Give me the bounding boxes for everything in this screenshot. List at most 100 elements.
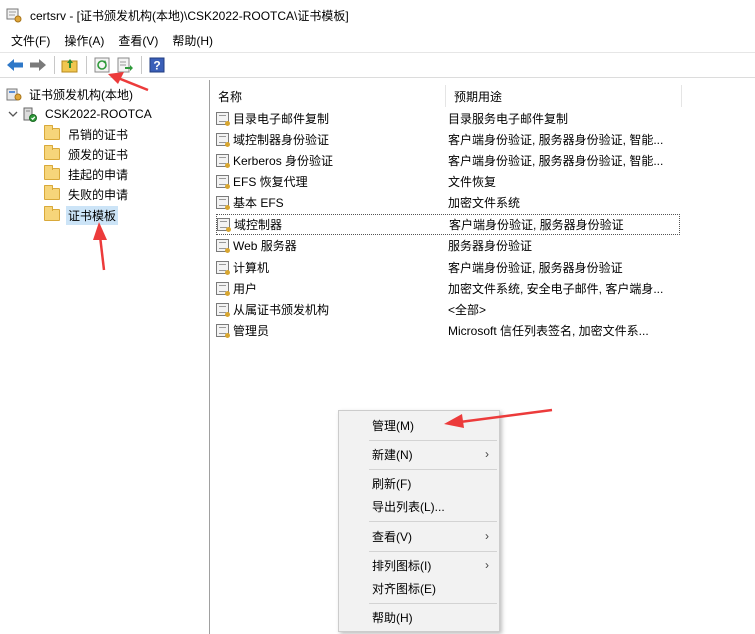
list-item[interactable]: 基本 EFS 加密文件系统 bbox=[216, 192, 680, 213]
list-item[interactable]: Kerberos 身份验证 客户端身份验证, 服务器身份验证, 智能... bbox=[216, 150, 680, 171]
template-purpose: 文件恢复 bbox=[448, 175, 497, 189]
template-purpose: 目录服务电子邮件复制 bbox=[448, 112, 569, 126]
template-purpose: 客户端身份验证, 服务器身份验证 bbox=[449, 218, 624, 232]
tree-item-label: 挂起的申请 bbox=[68, 167, 129, 182]
certsrv-app-icon bbox=[6, 7, 22, 23]
svg-text:?: ? bbox=[153, 59, 160, 73]
forward-button[interactable] bbox=[27, 54, 49, 76]
menu-separator bbox=[369, 551, 497, 552]
column-header-intended-purpose[interactable]: 预期用途 bbox=[448, 85, 682, 107]
list-item[interactable]: 从属证书颁发机构 <全部> bbox=[216, 299, 680, 320]
template-purpose: 服务器身份验证 bbox=[448, 239, 533, 253]
tree-item-label: 失败的申请 bbox=[68, 187, 129, 202]
template-purpose: <全部> bbox=[448, 303, 487, 317]
chevron-down-icon[interactable] bbox=[8, 109, 18, 119]
menu-item-label: 新建(N) bbox=[372, 447, 413, 462]
tree-item-failed-requests[interactable]: 失败的申请 bbox=[44, 184, 130, 204]
tree-item-ca-local[interactable]: 证书颁发机构(本地) bbox=[6, 84, 135, 104]
up-one-level-button[interactable] bbox=[59, 54, 81, 76]
tree-item-label: 颁发的证书 bbox=[68, 147, 129, 162]
ca-server-icon bbox=[23, 107, 37, 122]
refresh-button[interactable] bbox=[91, 54, 113, 76]
tree-item-label: CSK2022-ROOTCA bbox=[45, 107, 152, 121]
tree-item-certificate-templates[interactable]: 证书模板 bbox=[44, 205, 119, 225]
menu-file[interactable]: 文件(F) bbox=[4, 32, 57, 49]
list-item[interactable]: 管理员 Microsoft 信任列表签名, 加密文件系... bbox=[216, 320, 680, 341]
template-name: Web 服务器 bbox=[233, 239, 297, 253]
window-title: certsrv - [证书颁发机构(本地)\CSK2022-ROOTCA\证书模… bbox=[30, 8, 349, 23]
list-item[interactable]: Web 服务器 服务器身份验证 bbox=[216, 235, 680, 256]
menu-item-refresh[interactable]: 刷新(F) bbox=[339, 472, 499, 494]
menu-item-label: 查看(V) bbox=[372, 529, 412, 544]
menu-item-help[interactable]: 帮助(H) bbox=[339, 606, 499, 628]
list-item[interactable]: 目录电子邮件复制 目录服务电子邮件复制 bbox=[216, 108, 680, 129]
certificate-template-icon bbox=[216, 112, 230, 126]
menu-item-manage[interactable]: 管理(M) bbox=[339, 414, 499, 436]
menu-action[interactable]: 操作(A) bbox=[57, 32, 111, 49]
menu-item-new[interactable]: 新建(N) › bbox=[339, 443, 499, 465]
list-item[interactable]: 计算机 客户端身份验证, 服务器身份验证 bbox=[216, 257, 680, 278]
menu-item-label: 刷新(F) bbox=[372, 476, 412, 491]
template-purpose: 加密文件系统, 安全电子邮件, 客户端身... bbox=[448, 282, 664, 296]
certificate-template-icon bbox=[216, 239, 230, 253]
column-header-name[interactable]: 名称 bbox=[212, 85, 446, 107]
template-name: 从属证书颁发机构 bbox=[233, 303, 330, 317]
list-item[interactable]: 域控制器身份验证 客户端身份验证, 服务器身份验证, 智能... bbox=[216, 129, 680, 150]
certificate-template-icon bbox=[216, 154, 230, 168]
tree-item-label: 吊销的证书 bbox=[68, 127, 129, 142]
help-icon: ? bbox=[149, 57, 165, 73]
template-purpose: 客户端身份验证, 服务器身份验证 bbox=[448, 261, 623, 275]
toolbar-separator bbox=[141, 56, 142, 74]
folder-icon bbox=[44, 145, 60, 160]
menu-item-align-icons[interactable]: 对齐图标(E) bbox=[339, 577, 499, 599]
menu-item-view[interactable]: 查看(V) › bbox=[339, 525, 499, 547]
export-list-button[interactable] bbox=[114, 54, 136, 76]
folder-icon bbox=[44, 165, 60, 180]
certification-authority-icon bbox=[6, 88, 22, 101]
up-folder-icon bbox=[61, 59, 78, 73]
chevron-right-icon: › bbox=[485, 558, 489, 572]
tree-item-issued-certificates[interactable]: 颁发的证书 bbox=[44, 144, 130, 164]
menu-item-label: 帮助(H) bbox=[372, 610, 413, 625]
folder-icon bbox=[44, 185, 60, 200]
export-list-icon bbox=[117, 57, 133, 73]
template-name: 管理员 bbox=[233, 324, 270, 338]
template-name: 域控制器 bbox=[234, 218, 283, 232]
template-name: EFS 恢复代理 bbox=[233, 175, 308, 189]
template-purpose: 加密文件系统 bbox=[448, 196, 521, 210]
menu-item-export-list[interactable]: 导出列表(L)... bbox=[339, 495, 499, 517]
certificate-template-icon bbox=[216, 261, 230, 275]
template-purpose: 客户端身份验证, 服务器身份验证, 智能... bbox=[448, 154, 664, 168]
tree-item-pending-requests[interactable]: 挂起的申请 bbox=[44, 164, 130, 184]
context-menu: 管理(M) 新建(N) › 刷新(F) 导出列表(L)... 查看(V) › 排列图… bbox=[338, 410, 500, 632]
menu-help[interactable]: 帮助(H) bbox=[165, 32, 220, 49]
menu-item-label: 对齐图标(E) bbox=[372, 581, 436, 596]
certificate-template-icon bbox=[217, 218, 231, 232]
menu-item-label: 导出列表(L)... bbox=[372, 499, 445, 514]
list-item[interactable]: 用户 加密文件系统, 安全电子邮件, 客户端身... bbox=[216, 278, 680, 299]
menu-view[interactable]: 查看(V) bbox=[111, 32, 165, 49]
folder-icon bbox=[44, 125, 60, 140]
template-name: 用户 bbox=[233, 282, 258, 296]
certificate-template-icon bbox=[216, 282, 230, 296]
help-button[interactable]: ? bbox=[146, 54, 168, 76]
menu-bar: 文件(F) 操作(A) 查看(V) 帮助(H) bbox=[0, 30, 755, 50]
tree-item-csk2022-rootca[interactable]: CSK2022-ROOTCA bbox=[8, 104, 154, 124]
menu-item-label: 排列图标(I) bbox=[372, 558, 432, 573]
chevron-right-icon: › bbox=[485, 529, 489, 543]
back-arrow-icon bbox=[7, 59, 23, 71]
list-item-focused[interactable]: 域控制器 客户端身份验证, 服务器身份验证 bbox=[216, 214, 680, 235]
certificate-template-icon bbox=[216, 324, 230, 338]
list-item[interactable]: EFS 恢复代理 文件恢复 bbox=[216, 171, 680, 192]
tree-item-revoked-certificates[interactable]: 吊销的证书 bbox=[44, 124, 130, 144]
certificate-template-icon bbox=[216, 175, 230, 189]
menu-separator bbox=[369, 440, 497, 441]
menu-item-label: 管理(M) bbox=[372, 418, 414, 433]
template-name: 计算机 bbox=[233, 261, 270, 275]
menu-separator bbox=[369, 469, 497, 470]
menu-item-arrange-icons[interactable]: 排列图标(I) › bbox=[339, 554, 499, 576]
chevron-right-icon: › bbox=[485, 447, 489, 461]
template-purpose: Microsoft 信任列表签名, 加密文件系... bbox=[448, 324, 649, 338]
certificate-template-icon bbox=[216, 303, 230, 317]
back-button[interactable] bbox=[4, 54, 26, 76]
